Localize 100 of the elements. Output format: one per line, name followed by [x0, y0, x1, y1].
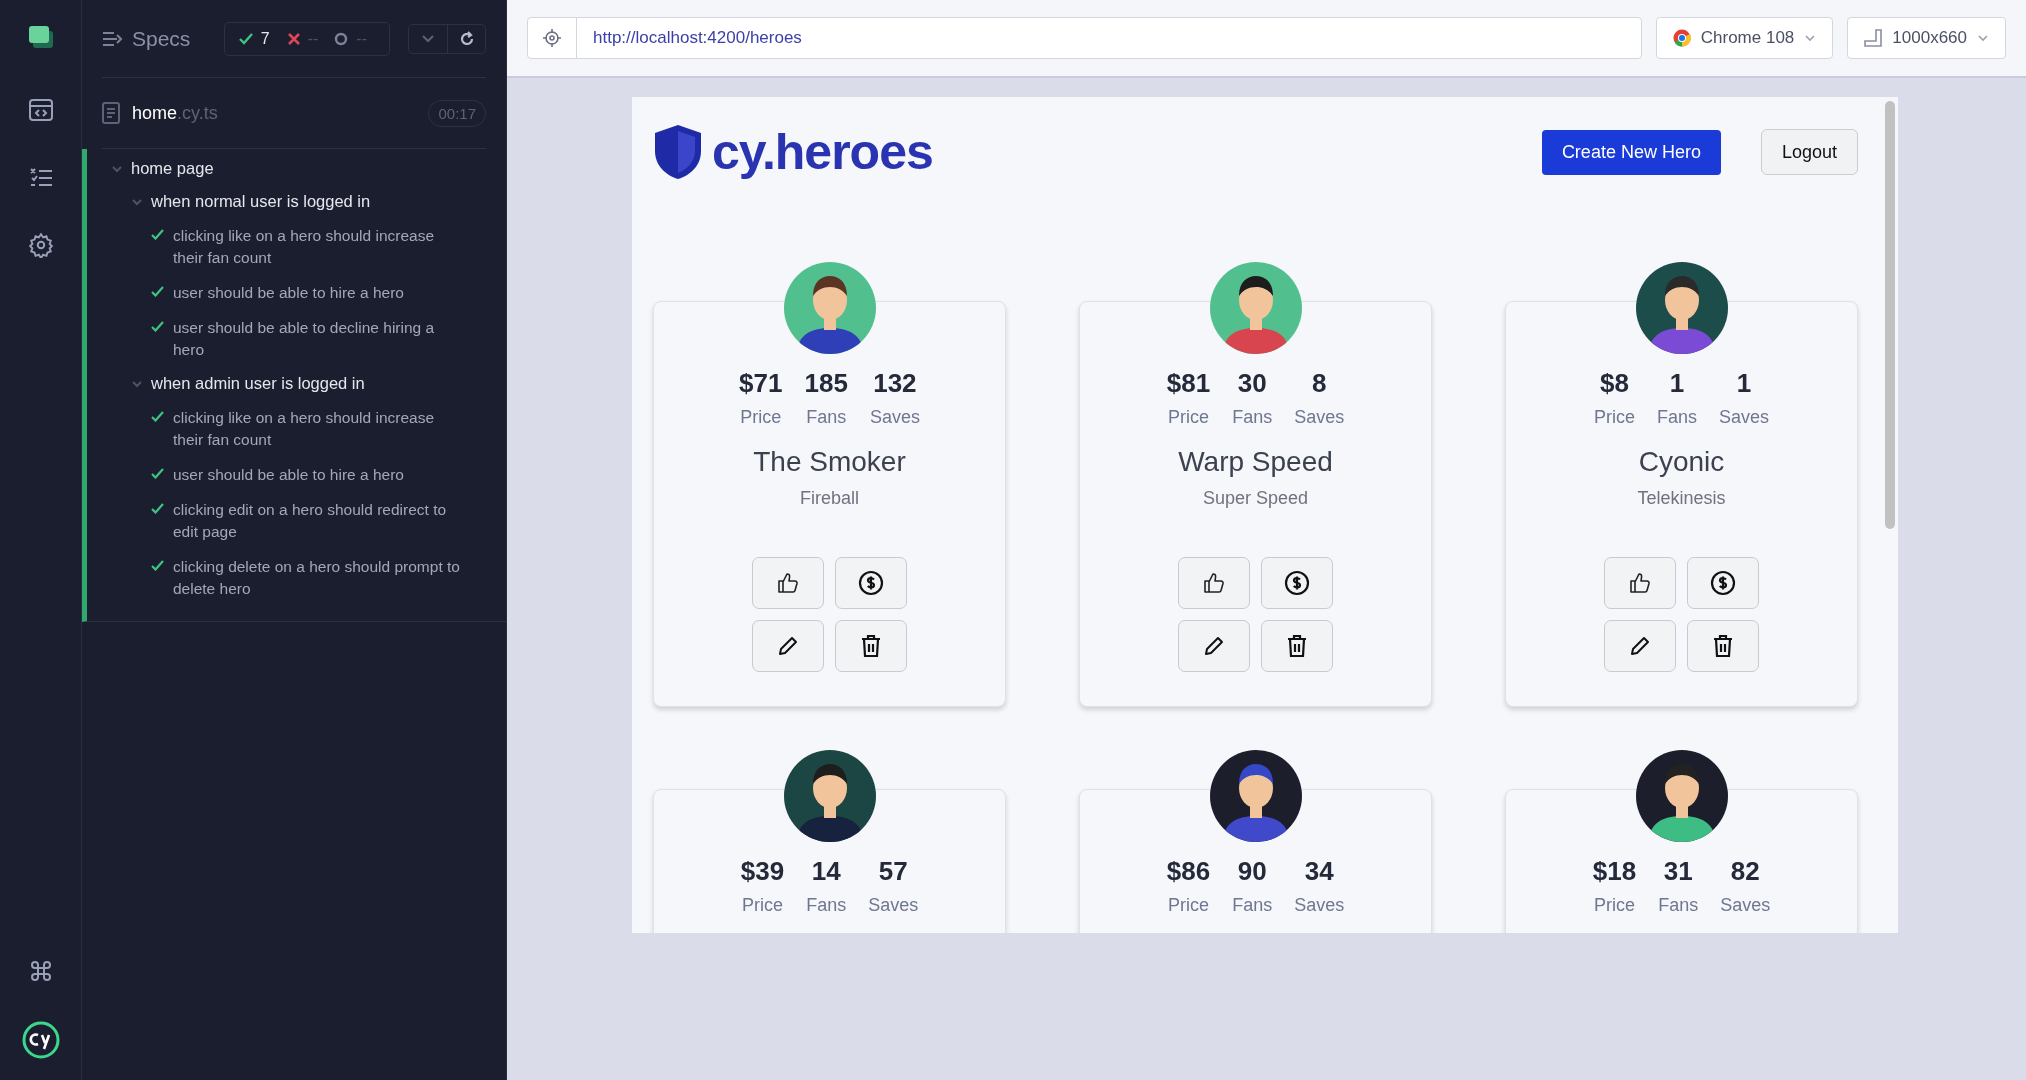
stat-label: Fans	[1232, 895, 1273, 916]
stat-label: Price	[1593, 895, 1635, 916]
thumbs-up-icon	[776, 571, 800, 595]
like-button[interactable]	[752, 557, 824, 609]
stat-label: Fans	[1658, 895, 1699, 916]
hero-power: Fireball	[800, 488, 859, 509]
test-title[interactable]: clicking edit on a hero should redirect to edit page	[173, 499, 465, 543]
pending-icon	[334, 31, 349, 46]
edit-button[interactable]	[752, 620, 824, 672]
stat-label: Fans	[806, 895, 847, 916]
logo-text: cy.heroes	[712, 123, 933, 181]
passed-count: 7	[260, 29, 270, 48]
stat-value: 1	[1736, 368, 1752, 399]
suite-title[interactable]: when normal user is logged in	[151, 192, 371, 211]
hire-button[interactable]	[1687, 557, 1759, 609]
code-window-icon[interactable]	[27, 98, 54, 122]
stat-label: Price	[1167, 407, 1209, 428]
hero-name: The Smoker	[753, 446, 906, 478]
stat-label: Fans	[1656, 407, 1697, 428]
stat-label: Price	[740, 407, 782, 428]
pencil-icon	[1202, 634, 1226, 658]
thumbs-up-icon	[1202, 571, 1226, 595]
like-button[interactable]	[1604, 557, 1676, 609]
delete-button[interactable]	[835, 620, 907, 672]
delete-button[interactable]	[1687, 620, 1759, 672]
stat-label: Saves	[868, 895, 919, 916]
check-icon	[238, 32, 253, 45]
file-icon	[102, 102, 120, 124]
hire-button[interactable]	[1261, 557, 1333, 609]
app-logo-icon[interactable]	[26, 24, 55, 50]
settings-icon[interactable]	[27, 232, 54, 258]
viewport-select[interactable]: 1000x660	[1847, 17, 2006, 59]
stat-value: $18	[1592, 856, 1637, 887]
stat-value: $86	[1166, 856, 1211, 887]
stat-value: 185	[804, 368, 848, 399]
create-hero-button[interactable]: Create New Hero	[1541, 129, 1721, 175]
pending-count: --	[356, 29, 367, 48]
edit-button[interactable]	[1604, 620, 1676, 672]
stat-value: $39	[740, 856, 785, 887]
stat-value: 82	[1730, 856, 1760, 887]
test-title[interactable]: user should be able to hire a hero	[173, 464, 404, 486]
command-key-icon[interactable]	[29, 960, 52, 982]
hero-power: Telekinesis	[1637, 488, 1726, 509]
stat-value: 57	[878, 856, 908, 887]
thumbs-up-icon	[1628, 571, 1652, 595]
stat-label: Fans	[806, 407, 847, 428]
stat-label: Saves	[869, 407, 920, 428]
browser-select[interactable]: Chrome 108	[1655, 17, 1834, 59]
test-title[interactable]: clicking delete on a hero should prompt to delete hero	[173, 556, 465, 600]
stat-value: $8	[1600, 368, 1629, 399]
list-icon[interactable]	[27, 166, 54, 188]
stat-value: 34	[1304, 856, 1334, 887]
caret-icon	[1804, 34, 1817, 42]
stat-label: Price	[1593, 407, 1635, 428]
stat-value: 90	[1237, 856, 1267, 887]
hero-name: Cyonic	[1638, 446, 1725, 478]
refresh-icon	[458, 30, 475, 47]
hero-power: Super Speed	[1202, 488, 1309, 509]
specs-title: Specs	[132, 26, 192, 51]
trash-icon	[1286, 634, 1308, 658]
stat-label: Saves	[1294, 895, 1345, 916]
test-title[interactable]: clicking like on a hero should increase their fan count	[173, 225, 465, 269]
edit-button[interactable]	[1178, 620, 1250, 672]
specs-list-icon[interactable]	[102, 29, 122, 48]
like-button[interactable]	[1178, 557, 1250, 609]
test-title[interactable]: user should be able to hire a hero	[173, 282, 404, 304]
stat-label: Price	[741, 895, 783, 916]
stat-value: $81	[1166, 368, 1211, 399]
shield-logo-icon	[652, 123, 704, 181]
cypress-logo-icon[interactable]	[20, 1020, 61, 1060]
stat-value: 14	[811, 856, 841, 887]
selector-icon[interactable]	[542, 28, 562, 48]
suite-title[interactable]: when admin user is logged in	[151, 374, 365, 393]
pencil-icon	[776, 634, 800, 658]
failed-count: --	[307, 29, 319, 48]
stat-label: Fans	[1232, 407, 1273, 428]
suite-title[interactable]: home page	[131, 159, 214, 178]
delete-button[interactable]	[1261, 620, 1333, 672]
dollar-icon	[858, 570, 884, 596]
stat-value: 132	[873, 368, 917, 399]
stat-value: 8	[1311, 368, 1327, 399]
spec-file-name[interactable]: home.cy.ts	[132, 102, 417, 124]
hire-button[interactable]	[835, 557, 907, 609]
test-title[interactable]: user should be able to decline hiring a hero	[173, 317, 465, 361]
stat-value: 31	[1663, 856, 1693, 887]
stat-label: Saves	[1294, 407, 1345, 428]
hero-name: Warp Speed	[1178, 446, 1333, 478]
test-title[interactable]: clicking like on a hero should increase their fan count	[173, 407, 465, 451]
trash-icon	[1712, 634, 1734, 658]
pencil-icon	[1628, 634, 1652, 658]
ruler-icon	[1864, 29, 1883, 47]
dollar-icon	[1284, 570, 1310, 596]
logout-button[interactable]: Logout	[1760, 129, 1858, 175]
caret-icon	[1977, 34, 1989, 42]
stat-label: Saves	[1720, 895, 1771, 916]
stat-label: Saves	[1719, 407, 1770, 428]
url-field[interactable]: http://localhost:4200/heroes	[527, 17, 1642, 59]
stat-value: 30	[1237, 368, 1267, 399]
trash-icon	[860, 634, 882, 658]
stat-value: $71	[739, 368, 783, 399]
